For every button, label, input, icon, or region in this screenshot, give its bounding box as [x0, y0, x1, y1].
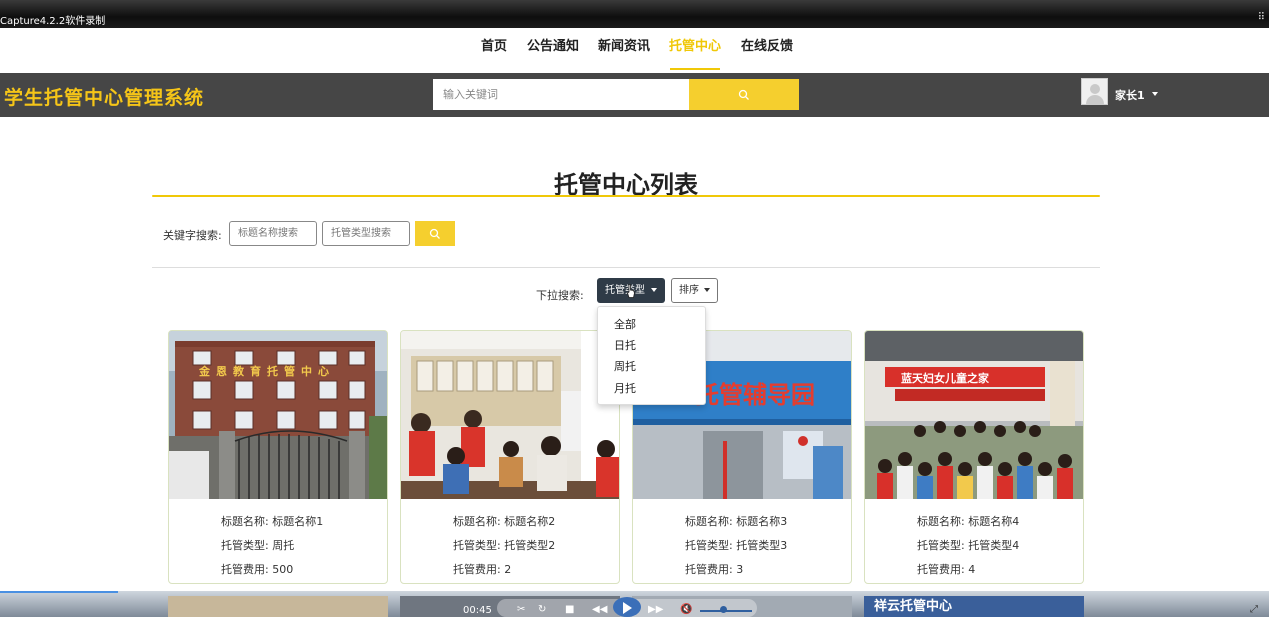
card-title: 标题名称4 — [968, 515, 1020, 528]
expand-icon[interactable]: ⠿ — [1258, 12, 1265, 23]
menu-item-all[interactable]: 全部 — [614, 316, 636, 332]
card-image-sign: 金恩教育托管中心 — [198, 364, 335, 378]
hand-cursor-icon — [627, 284, 635, 298]
playback-progress[interactable] — [0, 591, 118, 593]
card-type: 托管类型3 — [736, 539, 788, 552]
card-title: 标题名称2 — [504, 515, 556, 528]
nav-item-home[interactable]: 首页 — [481, 35, 507, 54]
playback-time: 00:45 — [463, 605, 492, 616]
type-dropdown-menu: 全部 日托 周托 月托 — [597, 306, 706, 405]
loop-icon[interactable]: ↻ — [538, 604, 546, 615]
card-image: 金恩教育托管中心 — [169, 331, 387, 499]
sort-dropdown-button[interactable]: 排序 — [671, 278, 718, 303]
card-fee: 4 — [968, 563, 976, 576]
card-fee-line: 托管费用: 3 — [685, 563, 744, 576]
next-row-card-image — [168, 596, 388, 617]
card-type-line: 托管类型: 托管类型2 — [453, 539, 556, 552]
fullscreen-icon[interactable]: ⤢ — [1250, 604, 1258, 615]
card-title-line: 标题名称: 标题名称4 — [917, 515, 1020, 528]
card-image-sign: 蓝天妇女儿童之家 — [901, 371, 990, 385]
nav-item-feedback[interactable]: 在线反馈 — [741, 35, 793, 54]
card-type-line: 托管类型: 托管类型3 — [685, 539, 788, 552]
next-row-card-image: 祥云托管中心 — [864, 596, 1084, 617]
stop-icon[interactable]: ■ — [565, 604, 574, 615]
card-image: 蓝天妇女儿童之家 — [865, 331, 1083, 499]
play-icon — [623, 602, 632, 614]
card-title: 标题名称3 — [736, 515, 788, 528]
menu-item-weekly[interactable]: 周托 — [614, 358, 636, 374]
card-fee-line: 托管费用: 500 — [221, 563, 294, 576]
card-fee: 3 — [736, 563, 744, 576]
search-icon — [429, 228, 440, 239]
card-image-sign: 托管辅导园 — [695, 381, 815, 409]
card-type: 托管类型4 — [968, 539, 1020, 552]
chevron-down-icon[interactable] — [1152, 92, 1158, 96]
caret-down-icon — [704, 288, 711, 292]
menu-item-monthly[interactable]: 月托 — [614, 380, 636, 396]
rewind-icon[interactable]: ◀◀ — [592, 604, 607, 615]
card-type: 托管类型2 — [504, 539, 556, 552]
card-type: 周托 — [272, 539, 295, 552]
keyword-search-label: 关键字搜索: — [163, 229, 222, 242]
header-search-input[interactable]: 输入关键词 — [433, 79, 689, 110]
card-fee-line: 托管费用: 2 — [453, 563, 512, 576]
nav-item-care-center[interactable]: 托管中心 — [669, 35, 721, 54]
title-underline — [152, 195, 1100, 197]
card-title: 标题名称1 — [272, 515, 324, 528]
center-card[interactable]: 蓝天妇女儿童之家 标题名称: 标题名称4 托管类型: 托管类型4 托管费用: 4 — [864, 330, 1084, 584]
nav-item-news[interactable]: 新闻资讯 — [598, 35, 650, 54]
card-image — [401, 331, 619, 499]
card-fee: 2 — [504, 563, 512, 576]
top-nav: 首页 公告通知 新闻资讯 托管中心 在线反馈 — [0, 28, 1269, 73]
nav-item-notices[interactable]: 公告通知 — [527, 35, 579, 54]
volume-slider-handle[interactable] — [720, 606, 727, 613]
sort-dropdown-label: 排序 — [679, 285, 699, 296]
card-fee: 500 — [272, 563, 294, 576]
divider — [152, 267, 1100, 268]
caret-down-icon — [651, 288, 658, 292]
window-title: Capture4.2.2软件录制 — [0, 16, 106, 27]
keyword-search-button[interactable] — [415, 221, 455, 246]
header-search-button[interactable] — [689, 79, 799, 110]
card-title-line: 标题名称: 标题名称3 — [685, 515, 788, 528]
fast-forward-icon[interactable]: ▶▶ — [648, 604, 663, 615]
card-type-line: 托管类型: 周托 — [221, 539, 295, 552]
card-title-line: 标题名称: 标题名称1 — [221, 515, 324, 528]
avatar[interactable] — [1081, 78, 1108, 105]
cut-icon[interactable]: ✂ — [517, 604, 525, 615]
card-title-line: 标题名称: 标题名称2 — [453, 515, 556, 528]
type-search-input[interactable]: 托管类型搜索 — [322, 221, 410, 246]
mute-icon[interactable]: 🔇 — [680, 604, 692, 615]
card-fee-line: 托管费用: 4 — [917, 563, 976, 576]
title-search-input[interactable]: 标题名称搜索 — [229, 221, 317, 246]
center-card[interactable]: 标题名称: 标题名称2 托管类型: 托管类型2 托管费用: 2 — [400, 330, 620, 584]
menu-item-daycare[interactable]: 日托 — [614, 337, 636, 353]
site-header: 学生托管中心管理系统 输入关键词 家长1 — [0, 73, 1269, 117]
site-logo[interactable]: 学生托管中心管理系统 — [4, 83, 204, 110]
type-dropdown-label: 托管类型 — [605, 285, 645, 296]
card-type-line: 托管类型: 托管类型4 — [917, 539, 1020, 552]
window-titlebar: Capture4.2.2软件录制 ⠿ — [0, 0, 1269, 28]
center-card[interactable]: 金恩教育托管中心 标题名称: 标题名称1 托管类型: 周托 托管费用: 500 — [168, 330, 388, 584]
username[interactable]: 家长1 — [1115, 87, 1145, 103]
active-nav-underline — [670, 68, 720, 70]
search-icon — [738, 89, 749, 100]
dropdown-search-label: 下拉搜索: — [536, 289, 584, 302]
